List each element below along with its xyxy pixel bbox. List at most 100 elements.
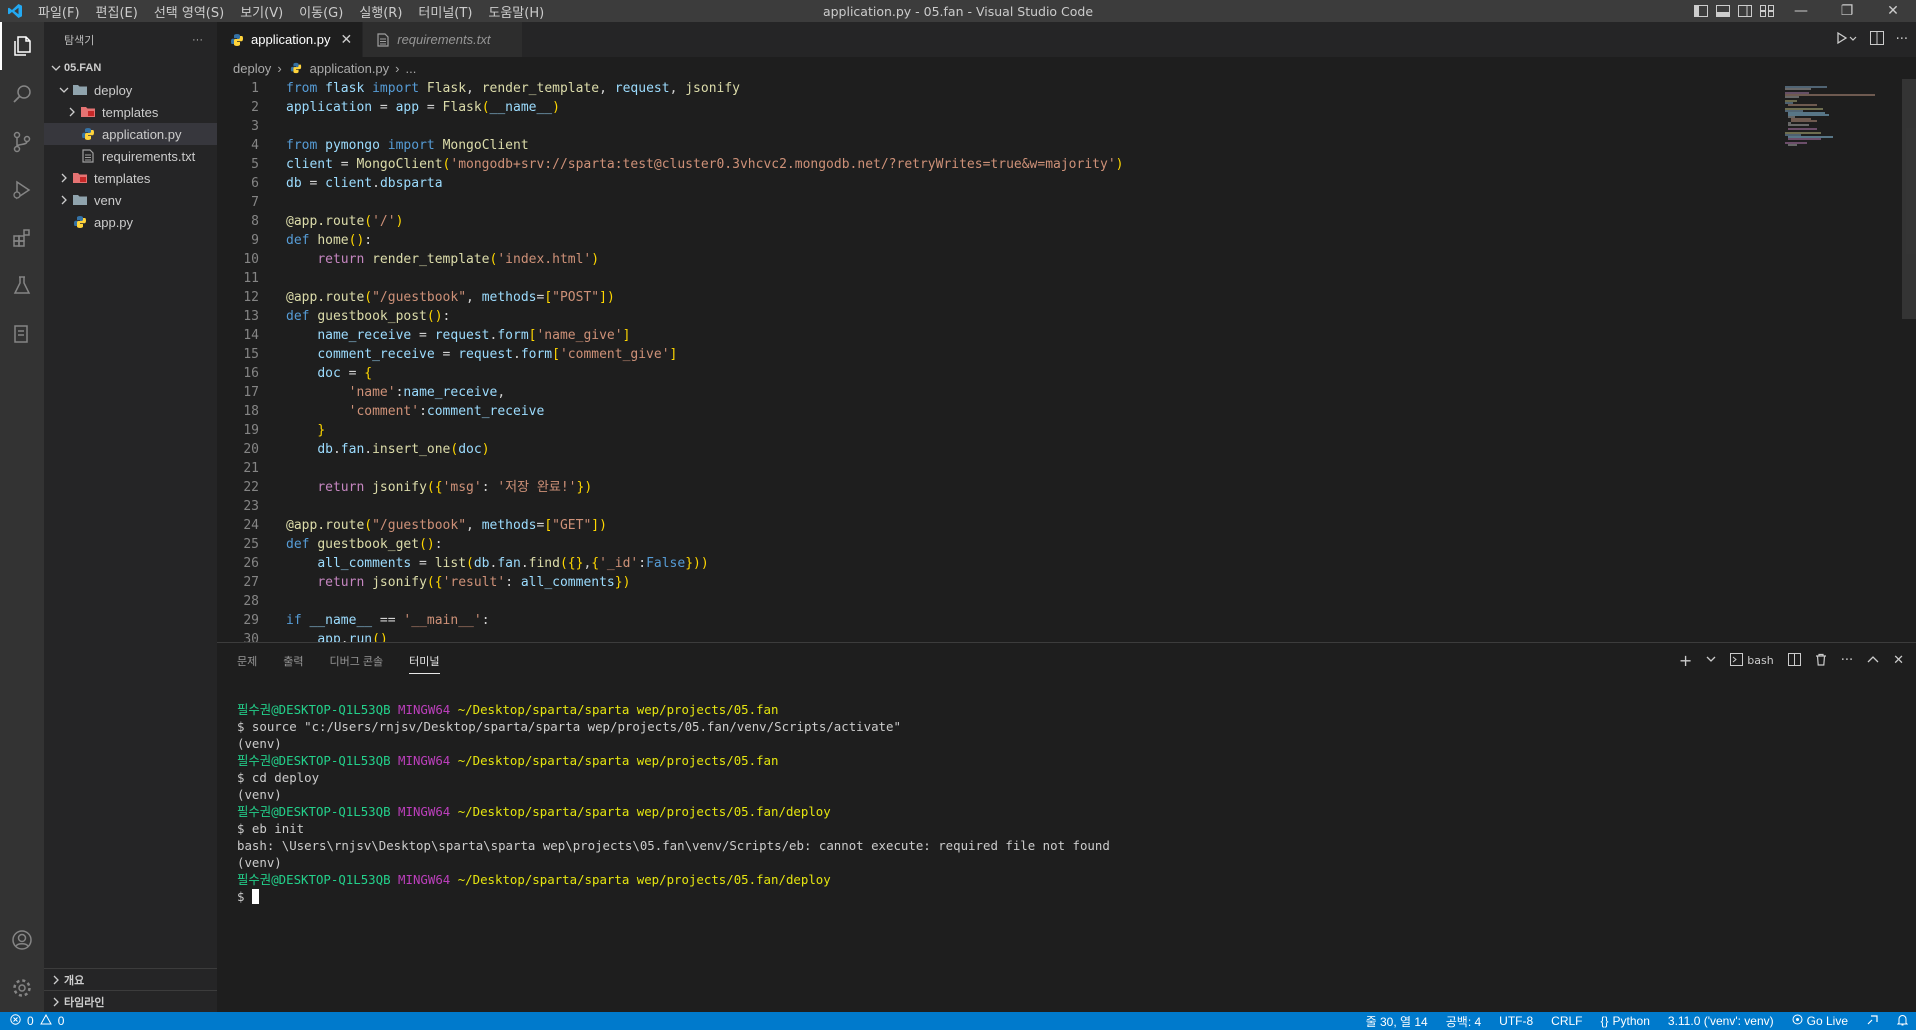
tab-debug-console[interactable]: 디버그 콘솔: [330, 653, 384, 669]
explorer-icon[interactable]: [0, 22, 44, 70]
code-line[interactable]: 30 app.run(): [217, 630, 1777, 642]
toggle-secondary-sidebar-icon[interactable]: [1734, 0, 1756, 22]
accounts-icon[interactable]: [0, 916, 44, 964]
tab-requirements-txt[interactable]: requirements.txt ✕: [363, 22, 524, 57]
run-python-file-icon[interactable]: [1836, 30, 1858, 49]
tree-item-templates[interactable]: templates: [44, 167, 217, 189]
tree-item-deploy[interactable]: deploy: [44, 79, 217, 101]
menu-edit[interactable]: 편집(E): [88, 2, 146, 21]
code-line[interactable]: 23: [217, 497, 1777, 516]
close-panel-icon[interactable]: ✕: [1893, 653, 1904, 668]
tab-terminal[interactable]: 터미널: [409, 653, 440, 674]
cursor-position[interactable]: 줄 30, 열 14: [1366, 1013, 1428, 1030]
code-line[interactable]: 4 from pymongo import MongoClient: [217, 136, 1777, 155]
workspace-root[interactable]: 05.FAN: [44, 57, 217, 79]
code-line[interactable]: 16 doc = {: [217, 364, 1777, 383]
code-line[interactable]: 29 if __name__ == '__main__':: [217, 611, 1777, 630]
code-line[interactable]: 21: [217, 459, 1777, 478]
editor-scrollbar[interactable]: [1902, 79, 1916, 642]
code-line[interactable]: 6 db = client.dbsparta: [217, 174, 1777, 193]
menu-view[interactable]: 보기(V): [232, 2, 291, 21]
tree-item-requirements-txt[interactable]: requirements.txt: [44, 145, 217, 167]
new-terminal-icon[interactable]: +: [1679, 651, 1692, 670]
scrollbar-thumb[interactable]: [1902, 79, 1916, 319]
code-line[interactable]: 28: [217, 592, 1777, 611]
code-line[interactable]: 2 application = app = Flask(__name__): [217, 98, 1777, 117]
code-line[interactable]: 7: [217, 193, 1777, 212]
code-line[interactable]: 10 return render_template('index.html'): [217, 250, 1777, 269]
timeline-section[interactable]: 타임라인: [44, 990, 217, 1012]
code-editor[interactable]: 1 from flask import Flask, render_templat…: [217, 79, 1777, 642]
close-tab-icon[interactable]: ✕: [341, 31, 353, 48]
menu-help[interactable]: 도움말(H): [480, 2, 552, 21]
problems-status[interactable]: 0 0: [0, 1013, 64, 1028]
tab-problems[interactable]: 문제: [237, 653, 257, 669]
menu-terminal[interactable]: 터미널(T): [410, 2, 480, 21]
menu-run[interactable]: 실행(R): [351, 2, 410, 21]
menu-go[interactable]: 이동(G): [291, 2, 351, 21]
tree-item-deploy-templates[interactable]: templates: [44, 101, 217, 123]
split-editor-icon[interactable]: [1869, 30, 1884, 49]
menu-selection[interactable]: 선택 영역(S): [146, 2, 232, 21]
minimize-button[interactable]: —: [1778, 0, 1824, 22]
code-line[interactable]: 26 all_comments = list(db.fan.find({},{'…: [217, 554, 1777, 573]
notifications-bell-icon[interactable]: [1896, 1014, 1909, 1029]
end-of-line[interactable]: CRLF: [1551, 1014, 1582, 1028]
close-window-button[interactable]: ✕: [1870, 0, 1916, 22]
code-line[interactable]: 11: [217, 269, 1777, 288]
restore-button[interactable]: ❐: [1824, 0, 1870, 22]
trash-icon[interactable]: [1815, 653, 1827, 669]
run-debug-icon[interactable]: [0, 166, 44, 214]
chevron-down-icon[interactable]: [1706, 654, 1716, 667]
testing-icon[interactable]: [0, 262, 44, 310]
code-line[interactable]: 14 name_receive = request.form['name_giv…: [217, 326, 1777, 345]
breadcrumb-folder[interactable]: deploy: [233, 61, 271, 76]
toggle-panel-icon[interactable]: [1712, 0, 1734, 22]
split-terminal-icon[interactable]: [1787, 652, 1801, 669]
code-line[interactable]: 15 comment_receive = request.form['comme…: [217, 345, 1777, 364]
code-line[interactable]: 25 def guestbook_get():: [217, 535, 1777, 554]
code-line[interactable]: 19 }: [217, 421, 1777, 440]
tab-application-py[interactable]: application.py ✕: [217, 22, 364, 57]
code-line[interactable]: 22 return jsonify({'msg': '저장 완료!'}): [217, 478, 1777, 497]
tree-item-application-py[interactable]: application.py: [44, 123, 217, 145]
search-icon[interactable]: [0, 70, 44, 118]
breadcrumb-file[interactable]: application.py: [310, 61, 390, 76]
language-mode[interactable]: {} Python: [1601, 1014, 1650, 1028]
tab-output[interactable]: 출력: [283, 653, 303, 669]
code-line[interactable]: 8 @app.route('/'): [217, 212, 1777, 231]
encoding[interactable]: UTF-8: [1499, 1014, 1533, 1028]
toggle-sidebar-icon[interactable]: [1690, 0, 1712, 22]
settings-gear-icon[interactable]: [0, 964, 44, 1012]
feedback-icon[interactable]: [1866, 1014, 1879, 1029]
indentation[interactable]: 공백: 4: [1446, 1013, 1481, 1030]
extensions-icon[interactable]: [0, 214, 44, 262]
more-actions-icon[interactable]: ···: [1841, 653, 1853, 668]
maximize-panel-icon[interactable]: [1867, 654, 1879, 667]
code-line[interactable]: 24 @app.route("/guestbook", methods=["GET…: [217, 516, 1777, 535]
terminal-shell-selector[interactable]: bash: [1730, 652, 1774, 669]
python-interpreter[interactable]: 3.11.0 ('venv': venv): [1668, 1014, 1774, 1028]
more-actions-icon[interactable]: ···: [1896, 32, 1908, 47]
outline-section[interactable]: 개요: [44, 968, 217, 990]
menu-file[interactable]: 파일(F): [30, 2, 88, 21]
code-line[interactable]: 27 return jsonify({'result': all_comment…: [217, 573, 1777, 592]
code-line[interactable]: 9 def home():: [217, 231, 1777, 250]
code-line[interactable]: 1 from flask import Flask, render_templat…: [217, 79, 1777, 98]
code-line[interactable]: 18 'comment':comment_receive: [217, 402, 1777, 421]
code-line[interactable]: 5 client = MongoClient('mongodb+srv://spa…: [217, 155, 1777, 174]
code-line[interactable]: 20 db.fan.insert_one(doc): [217, 440, 1777, 459]
customize-layout-icon[interactable]: [1756, 0, 1778, 22]
terminal-output[interactable]: 필수권@DESKTOP-Q1L53QB MINGW64 ~/Desktop/sp…: [237, 701, 1110, 905]
code-line[interactable]: 17 'name':name_receive,: [217, 383, 1777, 402]
breadcrumb-symbol[interactable]: ...: [406, 61, 417, 76]
tree-item-venv[interactable]: venv: [44, 189, 217, 211]
remote-explorer-icon[interactable]: [0, 310, 44, 358]
minimap[interactable]: [1777, 79, 1897, 642]
code-line[interactable]: 3: [217, 117, 1777, 136]
code-line[interactable]: 12 @app.route("/guestbook", methods=["POS…: [217, 288, 1777, 307]
go-live-button[interactable]: Go Live: [1792, 1014, 1848, 1028]
code-line[interactable]: 13 def guestbook_post():: [217, 307, 1777, 326]
tree-item-app-py[interactable]: app.py: [44, 211, 217, 233]
source-control-icon[interactable]: [0, 118, 44, 166]
